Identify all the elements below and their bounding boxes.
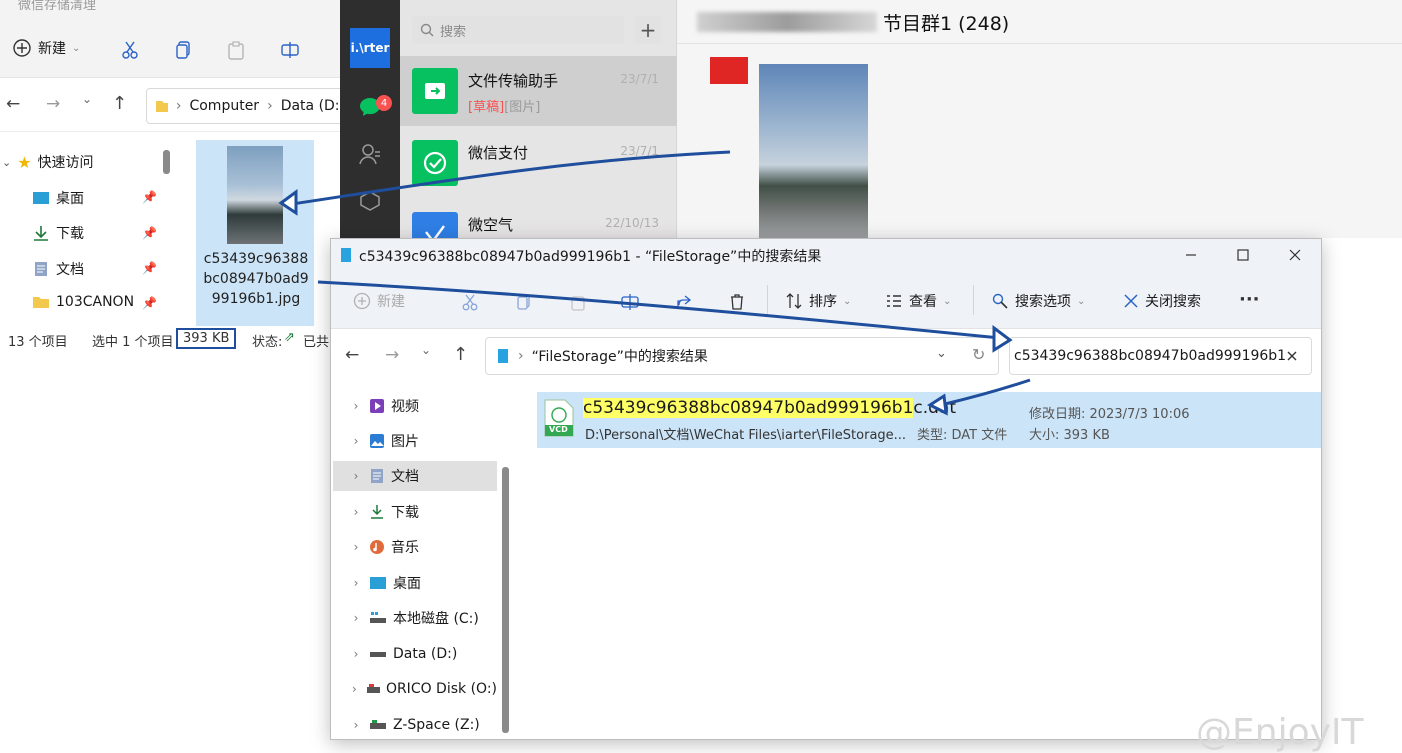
annotation-arrowhead	[926, 393, 948, 416]
annotation-overlay	[278, 150, 1031, 416]
annotation-arrowhead	[278, 189, 298, 216]
watermark: @EnjoyIT	[1196, 712, 1364, 753]
annotation-arrow-line	[317, 280, 1001, 340]
annotation-arrowhead	[992, 325, 1013, 353]
annotation-arrow-line	[944, 378, 1031, 406]
annotation-arrow-line	[291, 150, 731, 206]
